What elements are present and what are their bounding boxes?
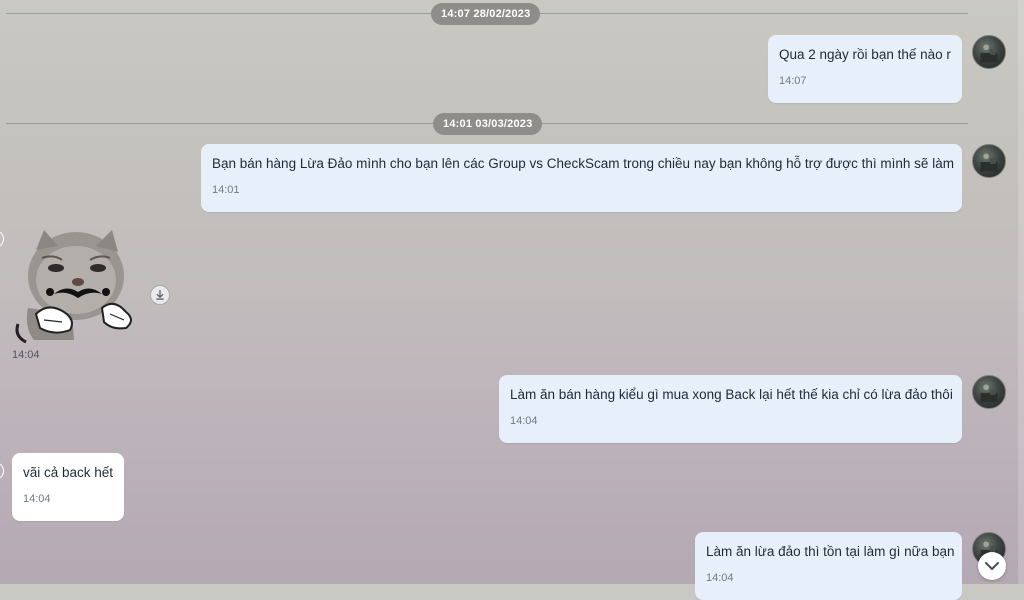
message-time: 14:04 xyxy=(12,349,40,361)
message-text: Làm ăn lừa đảo thì tồn tại làm gì nữa bạ… xyxy=(706,544,955,559)
date-divider-label: 14:07 28/02/2023 xyxy=(431,3,541,25)
outgoing-message[interactable]: Bạn bán hàng Lừa Đảo mình cho bạn lên cá… xyxy=(201,144,962,212)
message-time: 14:04 xyxy=(510,415,538,427)
outgoing-message[interactable]: Làm ăn lừa đảo thì tồn tại làm gì nữa bạ… xyxy=(695,532,962,600)
message-time: 14:01 xyxy=(212,184,240,196)
avatar[interactable] xyxy=(972,375,1006,409)
download-button[interactable] xyxy=(150,285,170,305)
message-text: Bạn bán hàng Lừa Đảo mình cho bạn lên cá… xyxy=(212,156,954,171)
message-time: 14:04 xyxy=(23,493,51,505)
outgoing-message[interactable]: Qua 2 ngày rồi bạn thế nào r 14:07 xyxy=(768,35,962,103)
message-time: 14:04 xyxy=(706,572,734,584)
avatar[interactable] xyxy=(972,35,1006,69)
message-text: vãi cả back hết xyxy=(23,465,114,480)
scroll-to-bottom-button[interactable] xyxy=(978,552,1006,580)
message-text: Làm ăn bán hàng kiểu gì mua xong Back lạ… xyxy=(510,387,953,402)
incoming-message[interactable]: vãi cả back hết 14:04 xyxy=(12,453,124,521)
message-time: 14:07 xyxy=(779,75,807,87)
cat-mustache-sticker[interactable] xyxy=(14,228,140,346)
outgoing-message[interactable]: Làm ăn bán hàng kiểu gì mua xong Back lạ… xyxy=(499,375,962,443)
sender-avatar[interactable] xyxy=(0,462,4,480)
avatar[interactable] xyxy=(972,144,1006,178)
sender-avatar[interactable] xyxy=(0,230,4,248)
chevron-down-icon xyxy=(985,562,999,570)
chat-scrollbar[interactable] xyxy=(1018,0,1024,584)
date-divider-label: 14:01 03/03/2023 xyxy=(433,113,543,135)
message-text: Qua 2 ngày rồi bạn thế nào r xyxy=(779,47,951,62)
download-icon xyxy=(156,289,164,300)
